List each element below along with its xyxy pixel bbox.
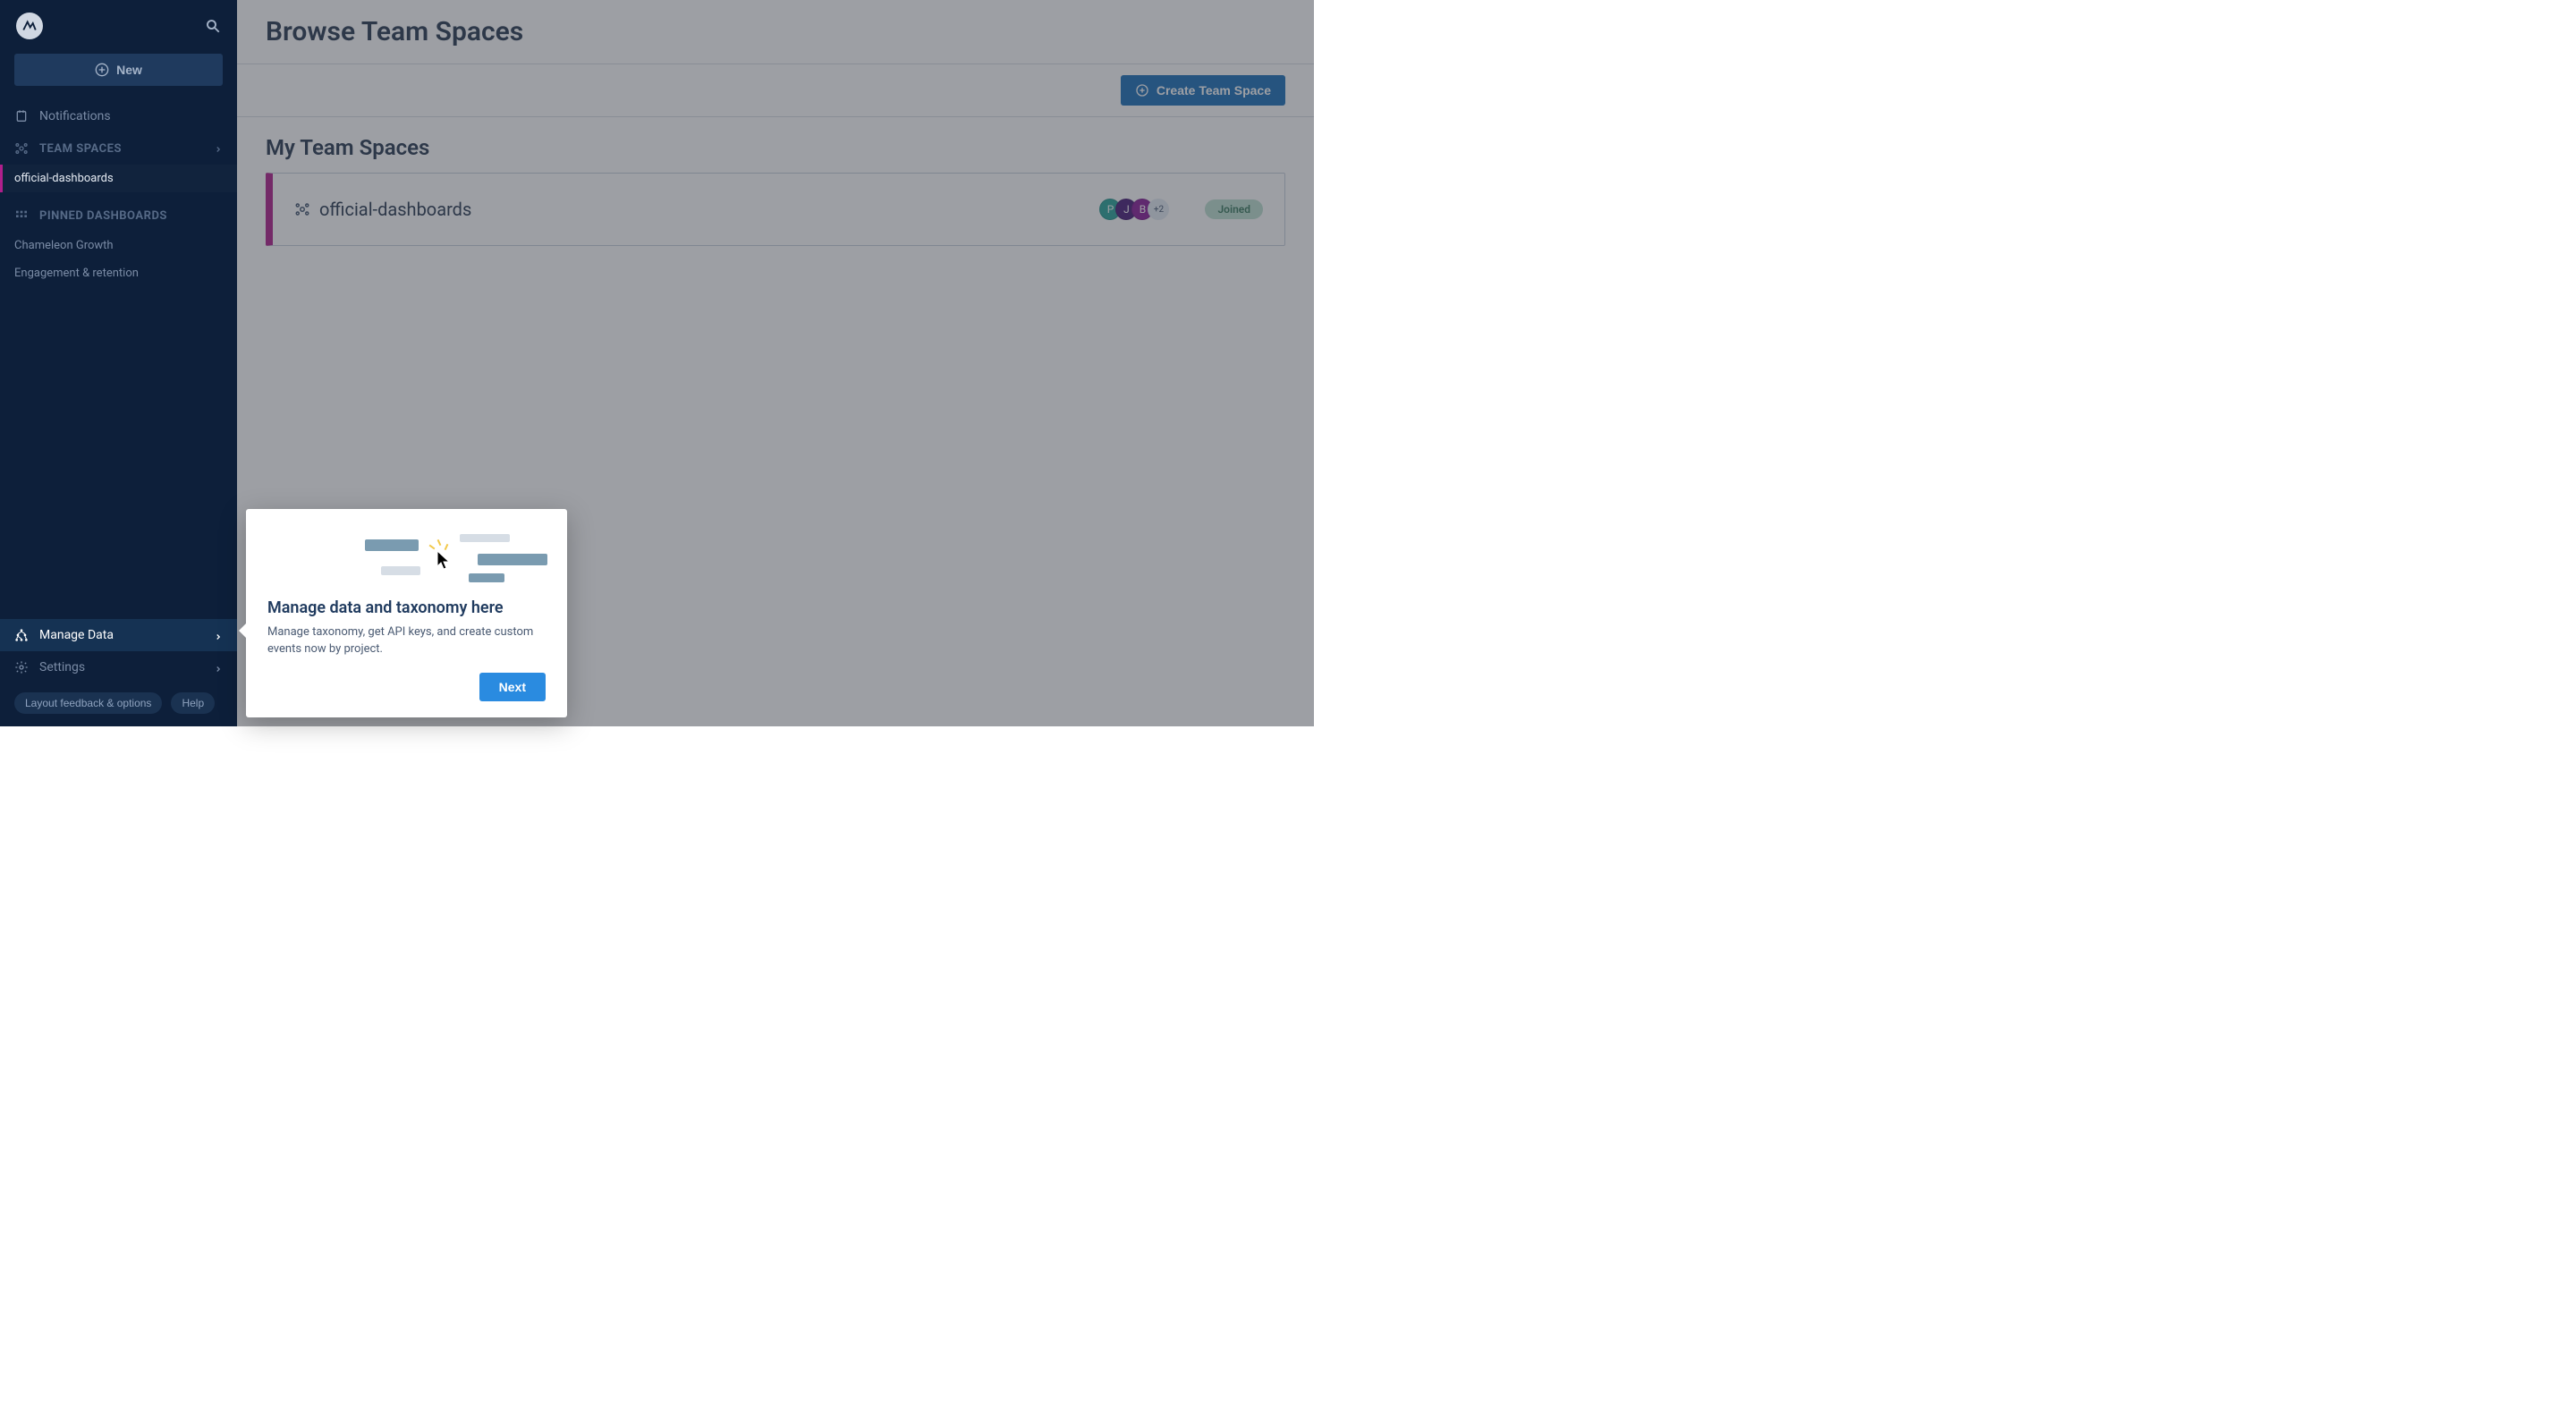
team-spaces-icon [14,141,29,156]
sidebar-subitem-chameleon[interactable]: Chameleon Growth [0,232,237,259]
sidebar-item-settings[interactable]: Settings [0,651,237,683]
sidebar-footer: Layout feedback & options Help [0,683,237,726]
chevron-right-icon [214,663,223,672]
manage-data-label: Manage Data [39,628,114,642]
page-title: Browse Team Spaces [266,16,1285,47]
settings-label: Settings [39,660,85,674]
create-team-space-button[interactable]: Create Team Space [1121,75,1285,106]
notification-icon [14,109,29,123]
gear-icon [14,660,29,674]
sidebar-item-notifications[interactable]: Notifications [0,100,237,132]
plus-circle-icon [1135,83,1149,98]
sidebar-item-manage-data[interactable]: Manage Data [0,619,237,651]
sidebar-subitem-official-dashboards[interactable]: official-dashboards [0,165,237,192]
pinned-icon [14,208,29,223]
sidebar-subitem-engagement[interactable]: Engagement & retention [0,259,237,287]
main-header: Browse Team Spaces [237,0,1314,64]
sidebar-section-pinned[interactable]: PINNED DASHBOARDS [0,199,237,232]
sidebar: New Notifications TEAM SPACES official-d… [0,0,237,726]
onboarding-tooltip: Manage data and taxonomy here Manage tax… [246,509,567,717]
team-space-name: official-dashboards [319,199,471,220]
avatar-stack: P J B +2 [1105,199,1169,220]
create-team-space-label: Create Team Space [1157,83,1271,98]
tooltip-pointer [239,622,248,640]
avatar-more[interactable]: +2 [1148,199,1169,220]
sidebar-section-team-spaces[interactable]: TEAM SPACES [0,132,237,165]
plus-circle-icon [95,63,109,77]
status-badge: Joined [1205,199,1263,219]
tooltip-title: Manage data and taxonomy here [267,598,546,617]
sidebar-bottom: Manage Data Settings Layout feedback & o… [0,619,237,726]
notifications-label: Notifications [39,109,111,123]
tooltip-actions: Next [267,673,546,701]
team-space-icon [294,201,310,217]
chevron-right-icon [214,631,223,640]
team-space-card[interactable]: official-dashboards P J B +2 Joined [266,173,1285,246]
tooltip-body: Manage taxonomy, get API keys, and creat… [267,624,546,658]
manage-data-icon [14,628,29,642]
search-icon[interactable] [205,18,221,34]
team-spaces-label: TEAM SPACES [39,142,122,156]
pinned-label: PINNED DASHBOARDS [39,209,167,223]
layout-feedback-button[interactable]: Layout feedback & options [14,692,162,714]
sidebar-top [0,0,237,50]
app-logo[interactable] [16,13,43,39]
new-button[interactable]: New [14,54,223,86]
help-button[interactable]: Help [171,692,215,714]
next-button[interactable]: Next [479,673,546,701]
chevron-right-icon [214,144,223,153]
action-bar: Create Team Space [237,64,1314,117]
tooltip-illustration [267,527,546,598]
new-label: New [116,63,142,77]
my-team-spaces-title: My Team Spaces [237,117,1314,173]
